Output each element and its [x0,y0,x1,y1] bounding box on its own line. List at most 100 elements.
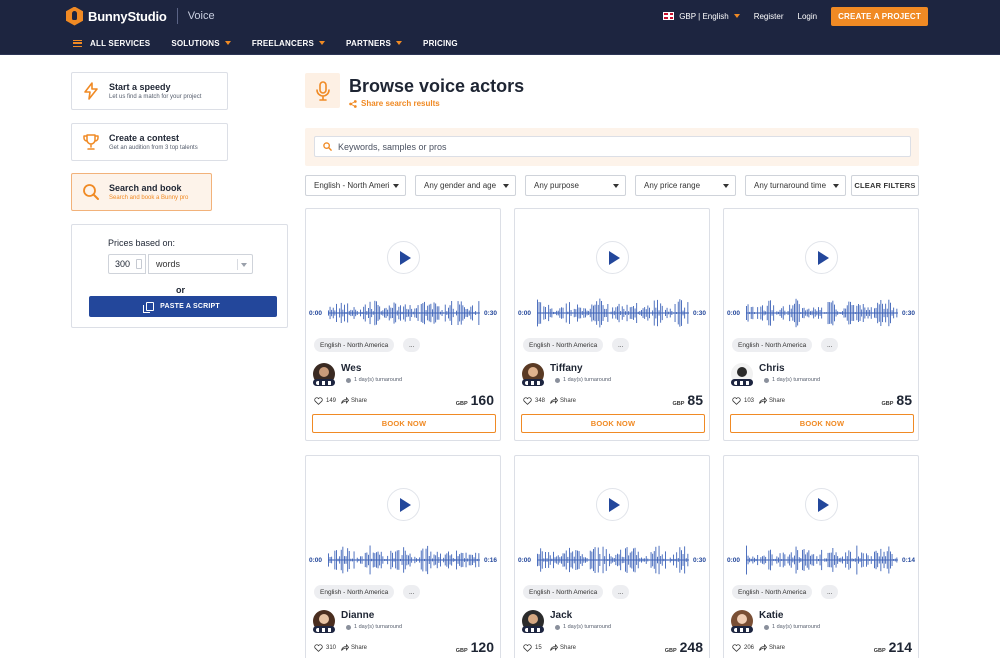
word-count-value: 300 [115,259,131,269]
waveform[interactable] [746,542,898,578]
price-amount: 85 [687,392,703,408]
clear-filters-button[interactable]: CLEAR FILTERS [851,175,919,196]
language-tag[interactable]: English - North America [732,585,813,599]
price-range-filter[interactable]: Any price range [635,175,736,196]
page-title: Browse voice actors [349,76,525,96]
paste-script-label: PASTE A SCRIPT [160,303,220,310]
language-tag[interactable]: English - North America [314,585,395,599]
reviews-badge [522,379,544,386]
play-button[interactable] [596,241,629,274]
language-tag[interactable]: English - North America [523,338,604,352]
like-button[interactable]: 103 [732,397,754,405]
waveform[interactable] [537,542,689,578]
start-speedy-option[interactable]: Start a speedy Let us find a match for y… [71,72,228,110]
search-field[interactable] [314,136,911,157]
voice-actor-card[interactable]: 0:00 0:16 English - North America ... Di… [305,455,501,658]
play-button[interactable] [805,488,838,521]
purpose-filter-value: Any purpose [534,181,579,190]
like-count: 103 [744,398,755,404]
language-tag[interactable]: English - North America [314,338,395,352]
currency-language-selector[interactable]: GBP | English [663,12,740,21]
play-button[interactable] [596,488,629,521]
play-button[interactable] [387,488,420,521]
login-link[interactable]: Login [798,12,818,21]
like-button[interactable]: 310 [314,644,336,652]
share-button[interactable]: Share [341,397,367,404]
currency-language-label: GBP | English [679,11,729,21]
like-button[interactable]: 15 [523,644,542,652]
book-now-button[interactable]: BOOK NOW [730,414,914,433]
waveform[interactable] [328,542,480,578]
more-tags-button[interactable]: ... [403,338,421,352]
waveform[interactable] [746,295,898,331]
reviews-badge [731,626,753,633]
voice-actor-card[interactable]: 0:00 0:30 English - North America ... Ja… [514,455,710,658]
more-tags-button[interactable]: ... [612,338,630,352]
paste-script-button[interactable]: PASTE A SCRIPT [89,296,277,317]
share-icon [349,99,357,108]
register-link[interactable]: Register [754,12,784,21]
share-button[interactable]: Share [341,644,367,651]
play-button[interactable] [387,241,420,274]
turnaround-filter[interactable]: Any turnaround time [745,175,846,196]
share-search-results-link[interactable]: Share search results [349,99,440,108]
option-title: Search and book [109,183,182,193]
actor-name[interactable]: Dianne [341,610,374,621]
waveform[interactable] [537,295,689,331]
stepper-icon[interactable] [136,259,142,269]
word-count-input[interactable]: 300 [108,254,146,274]
actor-name[interactable]: Wes [341,363,361,374]
nav-pricing[interactable]: PRICING [423,39,458,48]
play-button[interactable] [805,241,838,274]
more-tags-button[interactable]: ... [821,338,839,352]
trophy-icon [83,134,99,150]
unit-select[interactable]: words [148,254,253,274]
voice-actor-card[interactable]: 0:00 0:30 English - North America ... Ti… [514,208,710,441]
clock-icon [555,377,560,383]
create-project-button[interactable]: CREATE A PROJECT [831,6,928,26]
like-button[interactable]: 348 [523,397,545,405]
voice-actor-card[interactable]: 0:00 0:30 English - North America ... Ch… [723,208,919,441]
voice-actor-card[interactable]: 0:00 0:30 English - North America ... We… [305,208,501,441]
like-button[interactable]: 206 [732,644,754,652]
turnaround-label: 1 day(s) turnaround [772,377,820,383]
search-and-book-option[interactable]: Search and book Search and book a Bunny … [71,173,212,211]
share-button[interactable]: Share [759,644,785,651]
nav-freelancers[interactable]: FREELANCERS [252,39,326,48]
turnaround-filter-value: Any turnaround time [754,181,827,190]
actor-name[interactable]: Katie [759,610,783,621]
actor-name[interactable]: Tiffany [550,363,583,374]
more-tags-button[interactable]: ... [403,585,421,599]
unit-value: words [156,259,181,269]
more-tags-button[interactable]: ... [821,585,839,599]
actor-name[interactable]: Jack [550,610,572,621]
language-tag[interactable]: English - North America [732,338,813,352]
share-button[interactable]: Share [550,644,576,651]
language-filter[interactable]: English - North Ameri [305,175,406,196]
share-arrow-icon [341,397,349,404]
share-button[interactable]: Share [759,397,785,404]
share-button[interactable]: Share [550,397,576,404]
actor-name[interactable]: Chris [759,363,785,374]
nav-all-services[interactable]: ALL SERVICES [73,39,150,48]
voice-actor-card[interactable]: 0:00 0:14 English - North America ... Ka… [723,455,919,658]
filter-bar: English - North Ameri Any gender and age… [305,175,919,196]
nav-solutions[interactable]: SOLUTIONS [171,39,231,48]
create-contest-option[interactable]: Create a contest Get an audition from 3 … [71,123,228,161]
more-tags-button[interactable]: ... [612,585,630,599]
top-navigation-bar: BunnyStudio Voice GBP | English Register… [0,0,1000,55]
gender-age-filter[interactable]: Any gender and age [415,175,516,196]
nav-partners-label: PARTNERS [346,38,392,48]
waveform[interactable] [328,295,480,331]
search-input[interactable] [338,141,898,152]
price: GBP 120 [456,639,494,655]
brand-logo[interactable]: BunnyStudio Voice [66,6,215,26]
turnaround-label: 1 day(s) turnaround [563,377,611,383]
like-button[interactable]: 149 [314,397,336,405]
purpose-filter[interactable]: Any purpose [525,175,626,196]
nav-partners[interactable]: PARTNERS [346,38,403,48]
book-now-button[interactable]: BOOK NOW [521,414,705,433]
book-now-button[interactable]: BOOK NOW [312,414,496,433]
heart-icon [314,397,323,405]
language-tag[interactable]: English - North America [523,585,604,599]
